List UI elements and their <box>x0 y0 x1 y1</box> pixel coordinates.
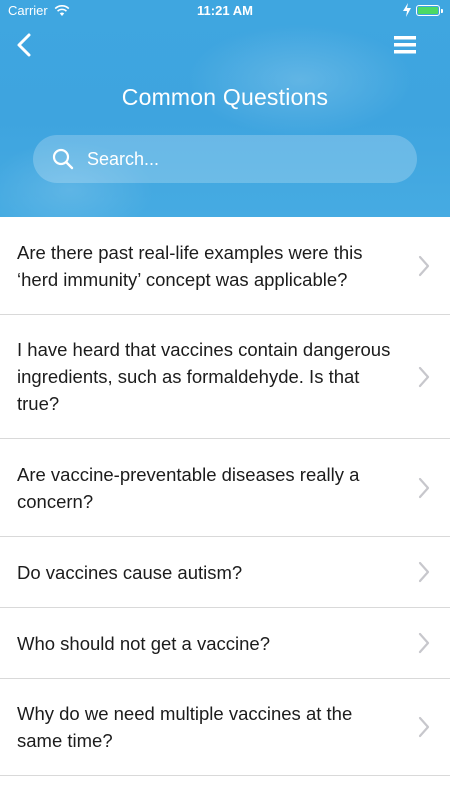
status-time: 11:21 AM <box>197 3 253 18</box>
question-item[interactable]: Who should not get a vaccine? <box>0 608 450 679</box>
search-bar[interactable] <box>33 135 417 183</box>
question-text: I have heard that vaccines contain dange… <box>17 339 391 414</box>
chevron-right-icon <box>418 255 430 276</box>
chevron-right-icon <box>418 366 430 387</box>
charging-icon <box>403 3 411 17</box>
chevron-right-icon <box>418 477 430 498</box>
question-item[interactable]: I have heard that vaccines contain dange… <box>0 315 450 439</box>
question-list: Are there past real-life examples were t… <box>0 217 450 776</box>
status-bar: Carrier 11:21 AM <box>0 0 450 22</box>
question-text: Why do we need multiple vaccines at the … <box>17 703 353 751</box>
question-item[interactable]: Are there past real-life examples were t… <box>0 217 450 315</box>
battery-icon <box>416 5 443 16</box>
header: Carrier 11:21 AM Common Questions <box>0 0 450 217</box>
question-text: Do vaccines cause autism? <box>17 561 243 583</box>
page-title: Common Questions <box>121 84 329 110</box>
question-text: Who should not get a vaccine? <box>17 632 270 654</box>
hamburger-menu-icon[interactable] <box>394 36 416 54</box>
question-text: Are there past real-life examples were t… <box>17 241 363 290</box>
chevron-right-icon <box>418 632 430 654</box>
question-item[interactable]: Are vaccine-preventable diseases really … <box>0 439 450 537</box>
back-chevron-icon[interactable] <box>12 32 38 58</box>
chevron-right-icon <box>418 716 430 738</box>
search-icon <box>52 148 74 170</box>
question-item[interactable]: Do vaccines cause autism? <box>0 537 450 608</box>
question-text: Are vaccine-preventable diseases really … <box>17 463 360 512</box>
question-item[interactable]: Why do we need multiple vaccines at the … <box>0 679 450 776</box>
chevron-right-icon <box>418 561 430 583</box>
search-input[interactable] <box>85 147 389 171</box>
